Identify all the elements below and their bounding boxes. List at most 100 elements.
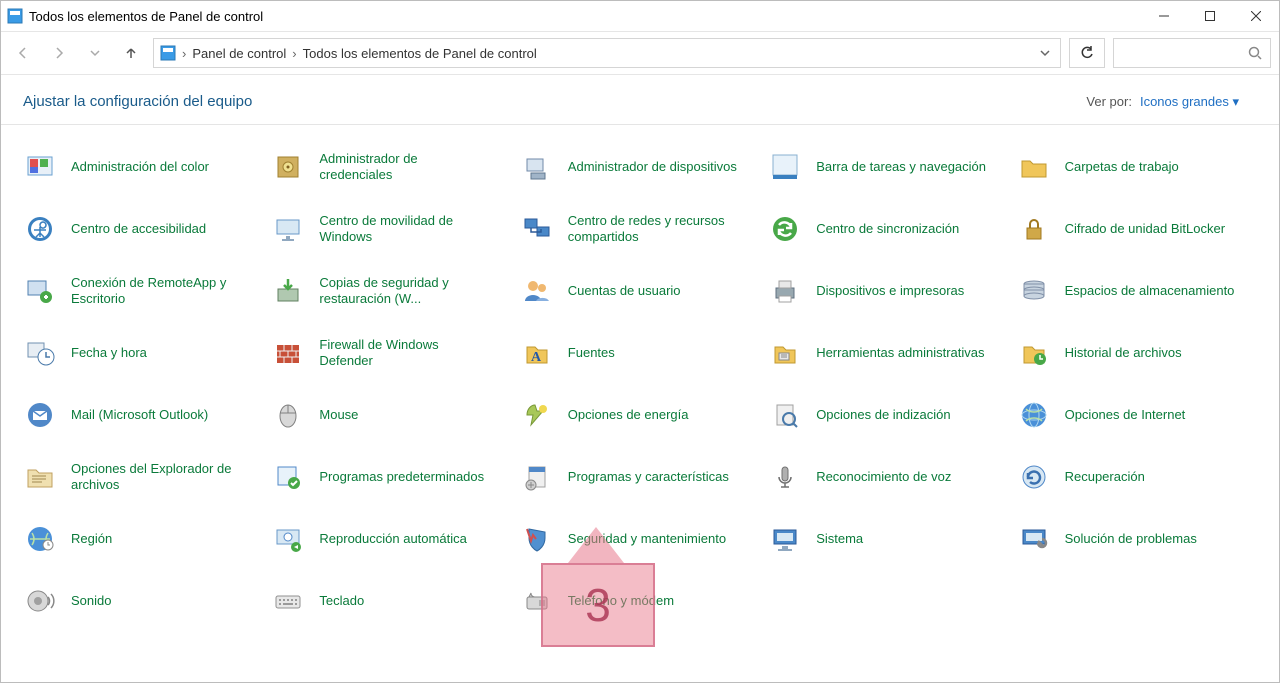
toolbar: › Panel de control › Todos los elementos… xyxy=(1,32,1279,75)
up-button[interactable] xyxy=(117,39,145,67)
cpl-item-autoplay[interactable]: Reproducción automática xyxy=(267,515,515,563)
mail-icon xyxy=(23,398,57,432)
cpl-item-label: Administrador de dispositivos xyxy=(568,159,737,175)
cpl-item-label: Programas y características xyxy=(568,469,729,485)
breadcrumb-root[interactable]: Panel de control xyxy=(192,46,286,61)
cpl-item-troubleshoot[interactable]: Solución de problemas xyxy=(1013,515,1261,563)
cpl-item-label: Administración del color xyxy=(71,159,209,175)
cpl-item-network[interactable]: Centro de redes y recursos compartidos xyxy=(516,205,764,253)
cpl-item-label: Programas predeterminados xyxy=(319,469,484,485)
refresh-button[interactable] xyxy=(1069,38,1105,68)
cpl-item-device[interactable]: Administrador de dispositivos xyxy=(516,143,764,191)
cpl-item-label: Solución de problemas xyxy=(1065,531,1197,547)
folderopt-icon xyxy=(23,460,57,494)
cpl-item-recovery[interactable]: Recuperación xyxy=(1013,453,1261,501)
maximize-button[interactable] xyxy=(1187,1,1233,31)
color-icon xyxy=(23,150,57,184)
cpl-item-admin[interactable]: Herramientas administrativas xyxy=(764,329,1012,377)
cpl-item-system[interactable]: Sistema xyxy=(764,515,1012,563)
cpl-item-label: Historial de archivos xyxy=(1065,345,1182,361)
cpl-item-label: Firewall de Windows Defender xyxy=(319,337,489,370)
cpl-item-programs[interactable]: Programas y características xyxy=(516,453,764,501)
divider xyxy=(1,124,1279,125)
autoplay-icon xyxy=(271,522,305,556)
cpl-item-safe[interactable]: Administrador de credenciales xyxy=(267,143,515,191)
view-by-value[interactable]: Iconos grandes ▾ xyxy=(1140,94,1239,110)
cpl-item-speech[interactable]: Reconocimiento de voz xyxy=(764,453,1012,501)
address-dropdown[interactable] xyxy=(1036,48,1054,58)
close-button[interactable] xyxy=(1233,1,1279,31)
firewall-icon xyxy=(271,336,305,370)
items-grid: Administración del color Administrador de… xyxy=(1,143,1279,665)
lock-icon xyxy=(1017,212,1051,246)
forward-button[interactable] xyxy=(45,39,73,67)
recent-button[interactable] xyxy=(81,39,109,67)
cpl-item-backup[interactable]: Copias de seguridad y restauración (W... xyxy=(267,267,515,315)
defaults-icon xyxy=(271,460,305,494)
address-bar[interactable]: › Panel de control › Todos los elementos… xyxy=(153,38,1061,68)
cpl-item-sync[interactable]: Centro de sincronización xyxy=(764,205,1012,253)
cpl-item-mail[interactable]: Mail (Microsoft Outlook) xyxy=(19,391,267,439)
security-icon xyxy=(520,522,554,556)
cpl-item-access[interactable]: Centro de accesibilidad xyxy=(19,205,267,253)
cpl-item-mobility[interactable]: Centro de movilidad de Windows xyxy=(267,205,515,253)
cpl-item-lock[interactable]: Cifrado de unidad BitLocker xyxy=(1013,205,1261,253)
admin-icon xyxy=(768,336,802,370)
cpl-item-label: Centro de movilidad de Windows xyxy=(319,213,489,246)
cpl-item-fonts[interactable]: AFuentes xyxy=(516,329,764,377)
cpl-item-internet[interactable]: Opciones de Internet xyxy=(1013,391,1261,439)
cpl-item-history[interactable]: Historial de archivos xyxy=(1013,329,1261,377)
cpl-item-folderopt[interactable]: Opciones del Explorador de archivos xyxy=(19,453,267,501)
safe-icon xyxy=(271,150,305,184)
cpl-item-taskbar[interactable]: Barra de tareas y navegación xyxy=(764,143,1012,191)
printer-icon xyxy=(768,274,802,308)
phone-icon xyxy=(520,584,554,618)
cpl-item-keyboard[interactable]: Teclado xyxy=(267,577,515,625)
cpl-item-remote[interactable]: Conexión de RemoteApp y Escritorio xyxy=(19,267,267,315)
cpl-item-clock[interactable]: Fecha y hora xyxy=(19,329,267,377)
sync-icon xyxy=(768,212,802,246)
cpl-item-sound[interactable]: Sonido xyxy=(19,577,267,625)
cpl-item-label: Cuentas de usuario xyxy=(568,283,681,299)
cpl-item-region[interactable]: Región xyxy=(19,515,267,563)
cpl-item-label: Recuperación xyxy=(1065,469,1145,485)
cpl-item-label: Teclado xyxy=(319,593,364,609)
cpl-item-label: Herramientas administrativas xyxy=(816,345,984,361)
cpl-item-defaults[interactable]: Programas predeterminados xyxy=(267,453,515,501)
cpl-item-label: Barra de tareas y navegación xyxy=(816,159,986,175)
cpl-item-power[interactable]: Opciones de energía xyxy=(516,391,764,439)
cpl-item-label: Opciones de energía xyxy=(568,407,689,423)
cpl-item-users[interactable]: Cuentas de usuario xyxy=(516,267,764,315)
search-box[interactable] xyxy=(1113,38,1271,68)
cpl-item-color[interactable]: Administración del color xyxy=(19,143,267,191)
search-icon xyxy=(1248,46,1262,60)
cpl-item-security[interactable]: Seguridad y mantenimiento xyxy=(516,515,764,563)
internet-icon xyxy=(1017,398,1051,432)
taskbar-icon xyxy=(768,150,802,184)
back-button[interactable] xyxy=(9,39,37,67)
minimize-button[interactable] xyxy=(1141,1,1187,31)
cpl-item-index[interactable]: Opciones de indización xyxy=(764,391,1012,439)
remote-icon xyxy=(23,274,57,308)
app-icon xyxy=(7,8,23,24)
sound-icon xyxy=(23,584,57,618)
keyboard-icon xyxy=(271,584,305,618)
system-icon xyxy=(768,522,802,556)
titlebar-left: Todos los elementos de Panel de control xyxy=(7,8,263,24)
cpl-item-phone[interactable]: Teléfono y módem xyxy=(516,577,764,625)
cpl-item-label: Seguridad y mantenimiento xyxy=(568,531,726,547)
mobility-icon xyxy=(271,212,305,246)
users-icon xyxy=(520,274,554,308)
cpl-item-firewall[interactable]: Firewall de Windows Defender xyxy=(267,329,515,377)
cpl-item-printer[interactable]: Dispositivos e impresoras xyxy=(764,267,1012,315)
breadcrumb-current[interactable]: Todos los elementos de Panel de control xyxy=(303,46,537,61)
cpl-item-label: Administrador de credenciales xyxy=(319,151,489,184)
cpl-item-label: Mouse xyxy=(319,407,358,423)
page-header: Ajustar la configuración del equipo Ver … xyxy=(1,75,1279,124)
history-icon xyxy=(1017,336,1051,370)
cpl-item-label: Dispositivos e impresoras xyxy=(816,283,964,299)
view-by-label: Ver por: xyxy=(1086,94,1132,109)
cpl-item-mouse[interactable]: Mouse xyxy=(267,391,515,439)
cpl-item-folder[interactable]: Carpetas de trabajo xyxy=(1013,143,1261,191)
cpl-item-storage[interactable]: Espacios de almacenamiento xyxy=(1013,267,1261,315)
